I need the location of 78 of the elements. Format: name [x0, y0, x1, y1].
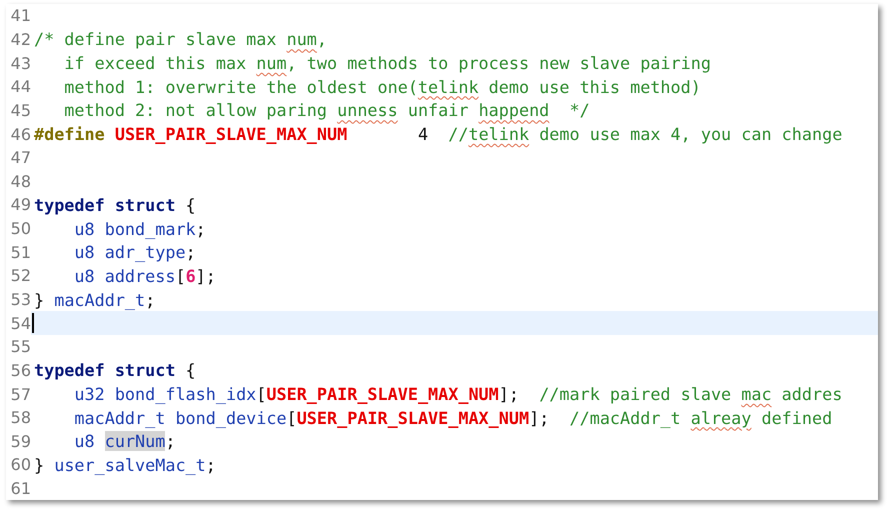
line-number: 44 — [10, 77, 31, 96]
identifier: macAddr_t — [53, 290, 146, 310]
line-number: 53 — [10, 290, 31, 309]
line-number: 45 — [10, 100, 31, 120]
punctuation: ; — [165, 431, 176, 452]
punctuation: ; — [206, 454, 216, 475]
misspelled-word: happend — [478, 100, 550, 120]
misspelled-word: alreay — [690, 408, 752, 428]
preprocessor-directive: #define — [34, 124, 105, 144]
identifier: u8 adr_type — [73, 242, 186, 262]
comment-text: addres — [780, 384, 842, 404]
line-number: 59 — [10, 432, 31, 451]
comment-text: /* define pair slave max — [34, 29, 278, 50]
line-number: 48 — [10, 172, 31, 191]
punctuation: [ — [286, 408, 297, 428]
comment-text: , two methods to process new slave pairing — [286, 53, 711, 74]
identifier: u8 bond_mark — [73, 218, 196, 239]
punctuation: ; — [186, 242, 196, 262]
comment-text: defined — [760, 408, 832, 428]
line-number: 42 — [10, 30, 31, 49]
line-number: 46 — [10, 124, 31, 144]
line-number: 41 — [10, 6, 31, 26]
number-literal: 4 — [416, 124, 428, 144]
line-number: 47 — [10, 148, 31, 168]
line-number: 54 — [10, 314, 31, 333]
line-number: 51 — [10, 242, 31, 262]
identifier: u32 bond_flash_idx — [73, 384, 256, 404]
misspelled-word: num — [286, 29, 317, 50]
punctuation: { — [184, 194, 196, 215]
punctuation: ]; — [498, 384, 519, 404]
punctuation: ]; — [529, 408, 550, 428]
line-number: 52 — [10, 266, 31, 286]
identifier: user_salveMac_t — [53, 454, 206, 475]
comment-text: demo use this method) — [488, 76, 701, 97]
punctuation: ; — [196, 218, 206, 239]
text-cursor — [32, 313, 34, 334]
line-number: 58 — [10, 408, 31, 428]
punctuation: { — [184, 360, 196, 380]
line-number: 57 — [10, 384, 31, 404]
punctuation: [ — [256, 384, 266, 404]
line-number: 61 — [10, 479, 31, 498]
highlighted-identifier: curNum — [104, 431, 166, 452]
line-number: 56 — [10, 360, 31, 380]
line-number: 60 — [10, 455, 31, 474]
comment-text: // — [447, 124, 468, 144]
keyword: typedef struct — [34, 194, 176, 215]
comment-text: */ — [568, 100, 590, 120]
line-number: 55 — [10, 337, 31, 356]
misspelled-word: unness — [337, 100, 398, 120]
punctuation: ]; — [196, 266, 216, 286]
comment-text: //macAddr_t — [568, 408, 682, 428]
punctuation: [ — [175, 266, 186, 286]
punctuation: ; — [145, 290, 156, 310]
number-literal: 6 — [186, 266, 196, 286]
misspelled-word: telink — [418, 76, 479, 97]
comment-text: method 2: not allow paring — [63, 100, 328, 120]
line-number: 50 — [10, 219, 31, 238]
macro-name: USER_PAIR_SLAVE_MAX_NUM — [114, 124, 348, 144]
identifier: u8 — [73, 431, 96, 452]
comment-text: if exceed this max — [63, 53, 248, 74]
line-number: 43 — [10, 54, 31, 73]
macro-name: USER_PAIR_SLAVE_MAX_NUM — [266, 384, 499, 404]
misspelled-word: num — [256, 53, 287, 74]
line-number: 49 — [10, 195, 31, 214]
comment-text: , — [316, 29, 328, 50]
identifier: u8 address — [73, 266, 176, 286]
punctuation: } — [34, 290, 44, 310]
identifier: macAddr_t bond_device — [73, 408, 287, 428]
punctuation: } — [34, 454, 44, 475]
macro-name: USER_PAIR_SLAVE_MAX_NUM — [296, 408, 530, 428]
misspelled-word: telink — [468, 124, 530, 144]
comment-text: method 1: overwrite the oldest one( — [63, 76, 418, 97]
keyword: typedef struct — [34, 360, 176, 380]
misspelled-word: mac — [741, 384, 772, 404]
comment-text: unfair — [406, 100, 470, 120]
comment-text: //mark paired slave — [538, 384, 732, 404]
code-editor[interactable] — [6, 4, 878, 500]
comment-text: demo use max 4, you can change — [538, 124, 842, 144]
